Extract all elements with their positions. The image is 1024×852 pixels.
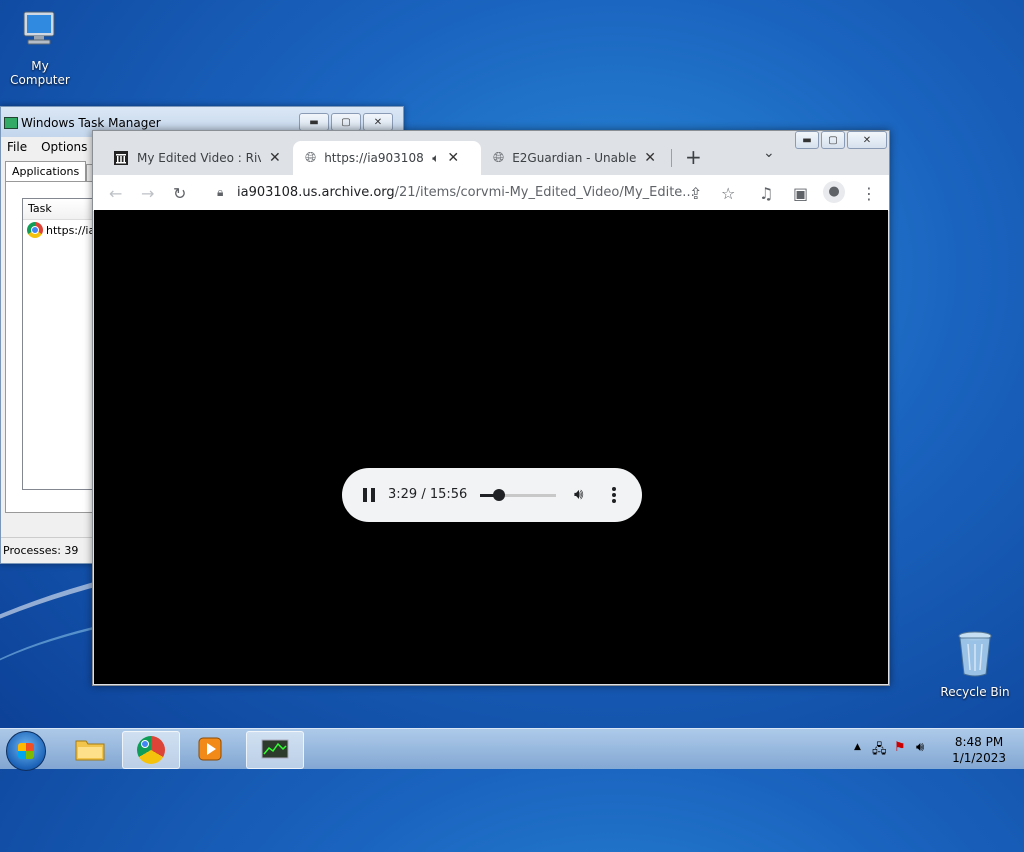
tab-title: https://ia903108.us xyxy=(324,151,424,165)
volume-knob[interactable] xyxy=(493,489,505,501)
folder-icon xyxy=(75,740,105,761)
browser-toolbar: ← → ↻ 🔒︎ ia903108.us.archive.org/21/item… xyxy=(93,175,889,211)
globe-icon: 🌐︎ xyxy=(305,150,317,166)
speaker-icon[interactable]: 🔈︎ xyxy=(432,151,439,166)
desktop-icon-my-computer[interactable]: My Computer xyxy=(0,8,80,87)
clock-date: 1/1/2023 xyxy=(952,751,1006,765)
globe-icon: 🌐︎ xyxy=(493,150,505,166)
browser-tab[interactable]: My Edited Video : River ✕ xyxy=(113,141,297,175)
close-icon[interactable]: ✕ xyxy=(269,150,281,166)
clock[interactable]: 8:48 PM 1/1/2023 xyxy=(952,734,1006,766)
video-player[interactable]: 3:29 / 15:56 🔊︎ xyxy=(94,210,888,684)
close-button[interactable]: ✕ xyxy=(363,113,393,131)
task-manager-icon xyxy=(261,739,289,759)
system-tray: ▲ 🖧︎ ⚑ 🔊︎ 8:48 PM 1/1/2023 xyxy=(834,729,1024,769)
menu-icon[interactable]: ⋮ xyxy=(861,184,877,203)
volume-slider[interactable] xyxy=(480,489,556,501)
close-icon[interactable]: ✕ xyxy=(447,150,459,166)
profile-icon[interactable]: ● xyxy=(823,181,845,203)
archive-icon xyxy=(114,151,128,165)
computer-icon xyxy=(0,8,80,55)
volume-tray-icon[interactable]: 🔊︎ xyxy=(916,740,924,755)
lock-icon[interactable]: 🔒︎ xyxy=(217,185,223,200)
action-center-flag-icon[interactable]: ⚑ xyxy=(894,740,906,755)
bookmark-star-icon[interactable]: ☆ xyxy=(721,184,735,203)
close-icon[interactable]: ✕ xyxy=(644,150,656,166)
media-controls: 3:29 / 15:56 🔊︎ xyxy=(342,468,642,522)
clock-time: 8:48 PM xyxy=(954,735,1004,749)
taskbar: ▲ 🖧︎ ⚑ 🔊︎ 8:48 PM 1/1/2023 xyxy=(0,728,1024,771)
browser-tab[interactable]: 🌐︎ E2Guardian - Unable to ✕ xyxy=(493,141,665,175)
forward-button[interactable]: → xyxy=(141,184,154,203)
url-text: ia903108.us.archive.org/21/items/corvmi-… xyxy=(237,185,695,200)
tab-separator xyxy=(671,149,672,167)
task-manager-title: Windows Task Manager xyxy=(21,116,161,130)
pause-button[interactable] xyxy=(363,488,375,502)
recycle-bin-icon xyxy=(935,630,1015,681)
desktop-icon-label: Recycle Bin xyxy=(940,685,1010,699)
reload-button[interactable]: ↻ xyxy=(173,184,186,203)
chrome-window[interactable]: My Edited Video : River ✕ 🌐︎ https://ia9… xyxy=(92,130,890,686)
chrome-icon xyxy=(137,736,165,764)
network-icon[interactable]: 🖧︎ xyxy=(872,740,887,762)
desktop-icon-recycle-bin[interactable]: Recycle Bin xyxy=(935,630,1015,699)
close-button[interactable]: ✕ xyxy=(847,131,887,149)
maximize-button[interactable]: ▢ xyxy=(821,131,845,149)
taskbar-explorer-button[interactable] xyxy=(62,731,118,767)
address-bar[interactable]: 🔒︎ ia903108.us.archive.org/21/items/corv… xyxy=(205,179,711,207)
tab-title: My Edited Video : River xyxy=(137,151,261,165)
task-manager-icon xyxy=(4,117,18,129)
taskbar-task-manager-button[interactable] xyxy=(246,731,304,769)
more-options-button[interactable] xyxy=(612,487,616,505)
url-host: ia903108.us.archive.org xyxy=(237,185,395,200)
menu-options[interactable]: Options xyxy=(41,140,87,154)
start-button[interactable] xyxy=(6,731,46,771)
desktop-icon-label: My Computer xyxy=(10,59,70,87)
new-tab-button[interactable]: + xyxy=(685,145,702,169)
media-control-icon[interactable]: ♫ xyxy=(759,184,773,203)
chrome-icon xyxy=(27,222,43,238)
side-panel-icon[interactable]: ▣ xyxy=(793,184,808,203)
share-icon[interactable]: ⇪ xyxy=(689,184,702,203)
tab-strip: My Edited Video : River ✕ 🌐︎ https://ia9… xyxy=(93,131,889,175)
taskbar-media-player-button[interactable] xyxy=(182,731,238,767)
maximize-button[interactable]: ▢ xyxy=(331,113,361,131)
tab-title: E2Guardian - Unable to xyxy=(512,151,637,165)
minimize-button[interactable]: ▬ xyxy=(795,131,819,149)
volume-icon[interactable]: 🔊︎ xyxy=(574,485,583,503)
url-path: /21/items/corvmi-My_Edited_Video/My_Edit… xyxy=(394,185,695,200)
minimize-button[interactable]: ▬ xyxy=(299,113,329,131)
playback-time: 3:29 / 15:56 xyxy=(388,487,468,502)
back-button[interactable]: ← xyxy=(109,184,122,203)
show-hidden-icons-button[interactable]: ▲ xyxy=(854,742,861,752)
taskbar-chrome-button[interactable] xyxy=(122,731,180,769)
tab-search-button[interactable]: ⌄ xyxy=(763,145,775,161)
browser-tab-active[interactable]: 🌐︎ https://ia903108.us 🔈︎ ✕ xyxy=(293,141,481,175)
media-player-icon xyxy=(198,737,222,761)
menu-file[interactable]: File xyxy=(7,140,27,154)
